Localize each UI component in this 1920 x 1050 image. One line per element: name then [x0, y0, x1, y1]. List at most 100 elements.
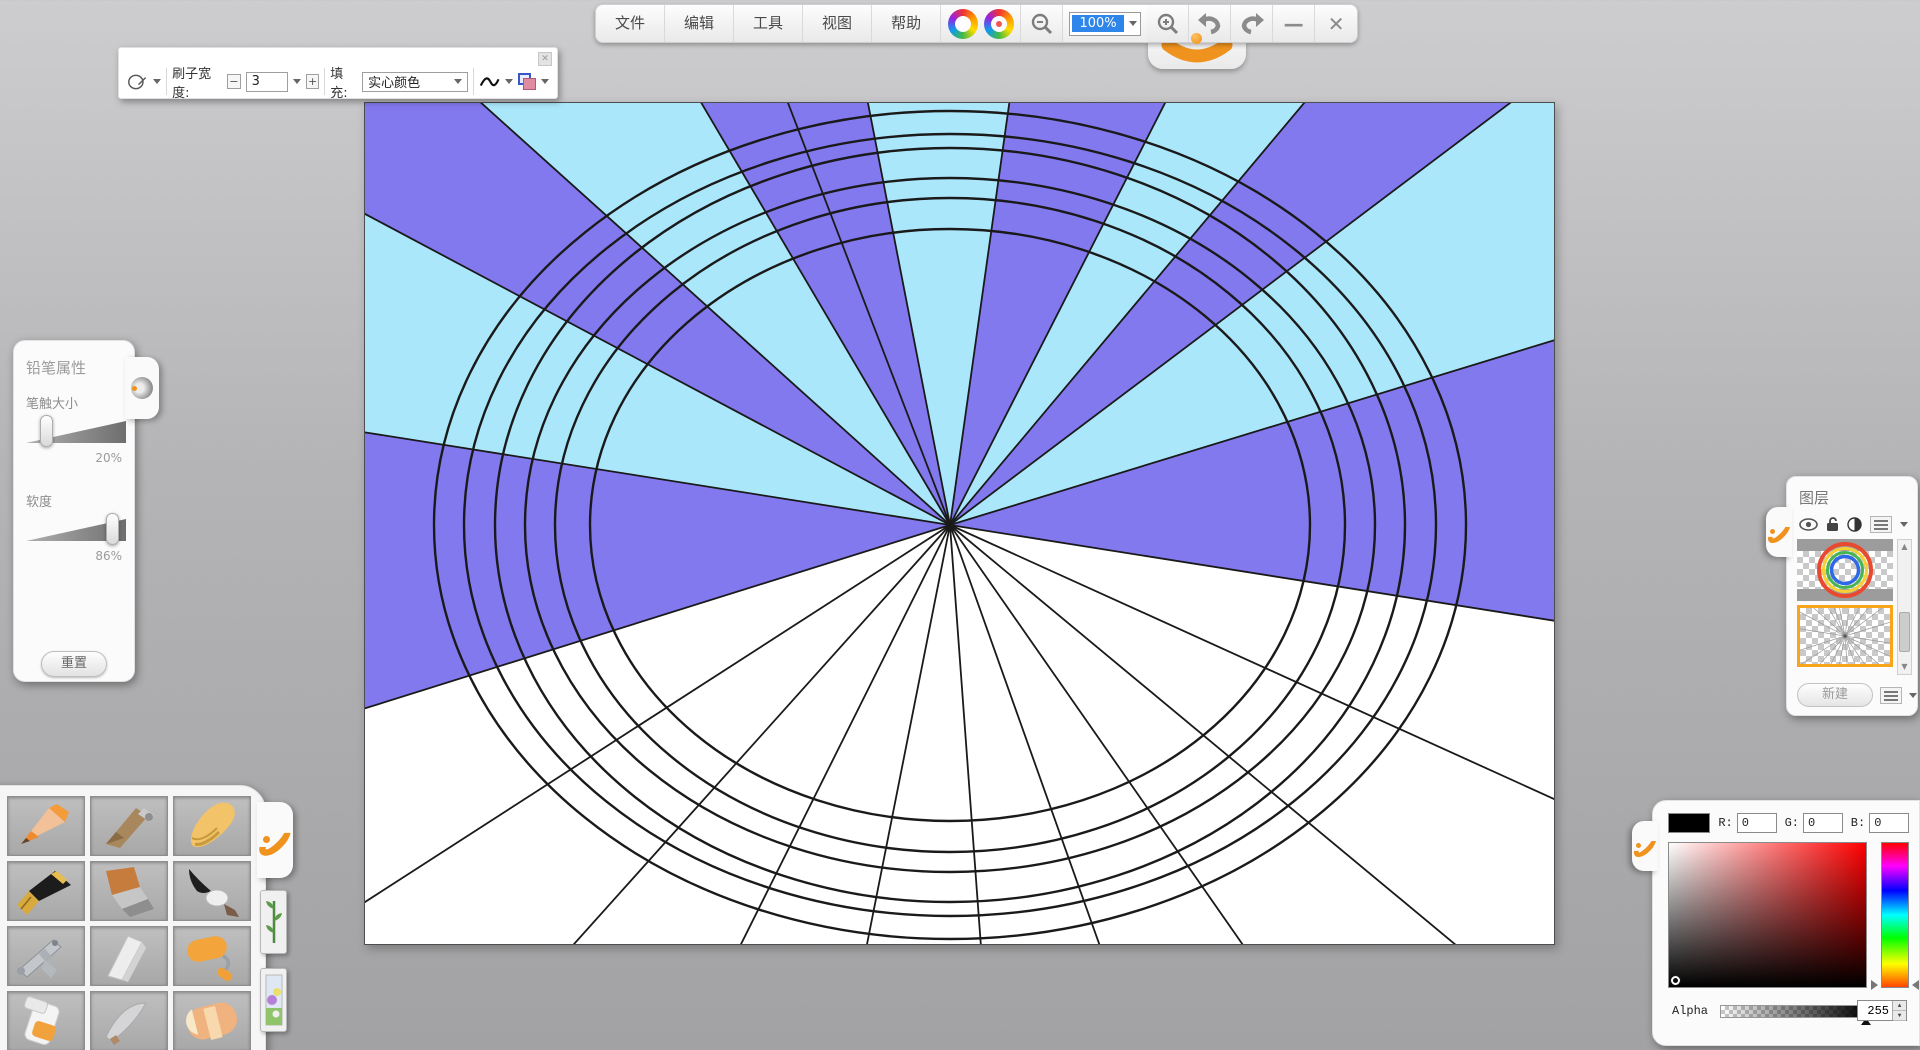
red-label: R:: [1718, 816, 1732, 830]
shape-tool-icon[interactable]: [127, 72, 148, 92]
stroke-size-slider[interactable]: [26, 416, 126, 448]
zoom-in-button[interactable]: [1147, 5, 1189, 42]
layer-thumbnail-sunburst[interactable]: [1797, 605, 1893, 667]
blue-field[interactable]: 0: [1869, 813, 1909, 833]
width-decrease-button[interactable]: −: [227, 74, 241, 89]
fill-select[interactable]: 实心颜色: [362, 72, 468, 92]
layer-blend-icon[interactable]: [518, 73, 536, 90]
scroll-down-icon[interactable]: ▼: [1898, 660, 1911, 674]
alpha-increase-icon[interactable]: ▲: [1893, 1001, 1906, 1011]
brush-width-value[interactable]: 3: [246, 72, 288, 92]
tool-pencil[interactable]: [7, 796, 85, 856]
mascot-eyes-button[interactable]: [941, 5, 1021, 42]
menu-tools[interactable]: 工具: [734, 5, 803, 42]
new-layer-button[interactable]: 新建: [1797, 683, 1873, 707]
stroke-size-handle[interactable]: [40, 415, 53, 447]
width-dropdown-icon[interactable]: [293, 79, 301, 84]
current-color-swatch[interactable]: [1668, 813, 1710, 833]
picture-stamps-tab[interactable]: [260, 968, 287, 1032]
zoom-out-button[interactable]: [1021, 5, 1063, 42]
airbrush-icon: [11, 930, 81, 982]
rainbow-disc-icon: [984, 9, 1014, 39]
red-field[interactable]: 0: [1737, 813, 1777, 833]
charcoal-icon: [94, 800, 164, 852]
tool-crayon[interactable]: [173, 796, 251, 856]
alpha-value[interactable]: 255: [1858, 1001, 1892, 1020]
layers-panel-title: 图层: [1799, 487, 1909, 508]
close-button[interactable]: ✕: [1315, 5, 1357, 42]
rainbow-tree-icon: [948, 9, 978, 39]
plant-stamps-tab[interactable]: [260, 890, 287, 954]
tool-ink-brush[interactable]: [173, 861, 251, 921]
softness-label: 软度: [26, 491, 122, 510]
smooth-curve-icon[interactable]: [479, 74, 500, 90]
green-field[interactable]: 0: [1803, 813, 1843, 833]
minimize-icon: —: [1284, 12, 1304, 36]
scrollbar-thumb[interactable]: [1899, 612, 1910, 652]
reset-button[interactable]: 重置: [41, 651, 107, 677]
shape-dropdown-icon[interactable]: [153, 79, 161, 84]
fountain-pen-icon: [11, 865, 81, 917]
menu-edit[interactable]: 编辑: [665, 5, 734, 42]
paint-tube-icon: [11, 995, 81, 1047]
alpha-slider[interactable]: [1720, 1005, 1868, 1018]
crayon-icon: [177, 800, 247, 852]
eraser-icon: [177, 995, 247, 1047]
zoom-level-value[interactable]: 100%: [1072, 15, 1124, 32]
softness-handle[interactable]: [106, 513, 119, 545]
rainbow-ring-icon: [1797, 539, 1893, 601]
blend-dropdown-icon[interactable]: [541, 79, 549, 84]
layer-options-dropdown-icon[interactable]: [1909, 693, 1917, 698]
layer-menu-dropdown-icon[interactable]: [1900, 522, 1908, 527]
hue-slider[interactable]: [1881, 842, 1909, 988]
tool-palette-panel: [0, 785, 266, 1050]
drawing-canvas[interactable]: [364, 102, 1555, 945]
tool-charcoal[interactable]: [90, 796, 168, 856]
tool-paint-tube[interactable]: [7, 991, 85, 1050]
menu-file[interactable]: 文件: [596, 5, 665, 42]
palette-knife-icon: [94, 930, 164, 982]
zoom-dropdown-icon[interactable]: [1129, 21, 1137, 26]
color-picker-panel: R: 0 G: 0 B: 0 Alpha 255 ▲ ▼: [1652, 800, 1920, 1046]
tool-leaf-knife[interactable]: [90, 991, 168, 1050]
scroll-up-icon[interactable]: ▲: [1898, 540, 1911, 554]
hue-marker-right-icon[interactable]: [1912, 980, 1919, 990]
layer-options-icon[interactable]: [1880, 687, 1902, 704]
pencil-panel-drawer-handle[interactable]: [125, 357, 159, 419]
alpha-decrease-icon[interactable]: ▼: [1893, 1011, 1906, 1021]
visibility-eye-icon[interactable]: [1799, 518, 1818, 531]
layers-scrollbar[interactable]: ▲ ▼: [1897, 539, 1912, 675]
tool-palette-knife[interactable]: [90, 926, 168, 986]
color-panel-drawer-handle[interactable]: [1632, 821, 1658, 871]
blue-label: B:: [1851, 816, 1865, 830]
layers-panel-drawer-handle[interactable]: [1766, 507, 1792, 557]
softness-slider[interactable]: [26, 514, 126, 546]
tool-fountain-pen[interactable]: [7, 861, 85, 921]
lock-open-icon[interactable]: [1826, 516, 1839, 532]
fill-label: 填充:: [330, 63, 357, 101]
hue-marker-left-icon[interactable]: [1871, 980, 1878, 990]
mascot-mouth-tab[interactable]: [1148, 41, 1246, 69]
zoom-level-field[interactable]: 100%: [1069, 12, 1141, 36]
width-increase-button[interactable]: +: [306, 74, 320, 89]
minimize-button[interactable]: —: [1273, 5, 1315, 42]
tool-eraser[interactable]: [173, 991, 251, 1050]
tool-palette-drawer-handle[interactable]: [257, 802, 293, 878]
redo-button[interactable]: [1231, 5, 1273, 42]
zoom-in-icon: [1156, 12, 1180, 36]
menu-view[interactable]: 视图: [803, 5, 872, 42]
softness-value: 86%: [26, 549, 122, 563]
tool-airbrush[interactable]: [7, 926, 85, 986]
layer-menu-icon[interactable]: [1870, 516, 1892, 533]
sv-selection-marker[interactable]: [1671, 976, 1680, 985]
alpha-spinner[interactable]: 255 ▲ ▼: [1857, 1000, 1907, 1021]
curve-dropdown-icon[interactable]: [505, 79, 513, 84]
contrast-icon[interactable]: [1847, 517, 1862, 532]
saturation-value-field[interactable]: [1668, 842, 1867, 988]
toolbar-close-icon[interactable]: ✕: [538, 52, 552, 66]
tool-flat-brush[interactable]: [90, 861, 168, 921]
layer-thumbnail-rainbow-ring[interactable]: [1797, 539, 1893, 601]
green-label: G:: [1785, 816, 1799, 830]
tool-paint-roller[interactable]: [173, 926, 251, 986]
menu-help[interactable]: 帮助: [872, 5, 941, 42]
